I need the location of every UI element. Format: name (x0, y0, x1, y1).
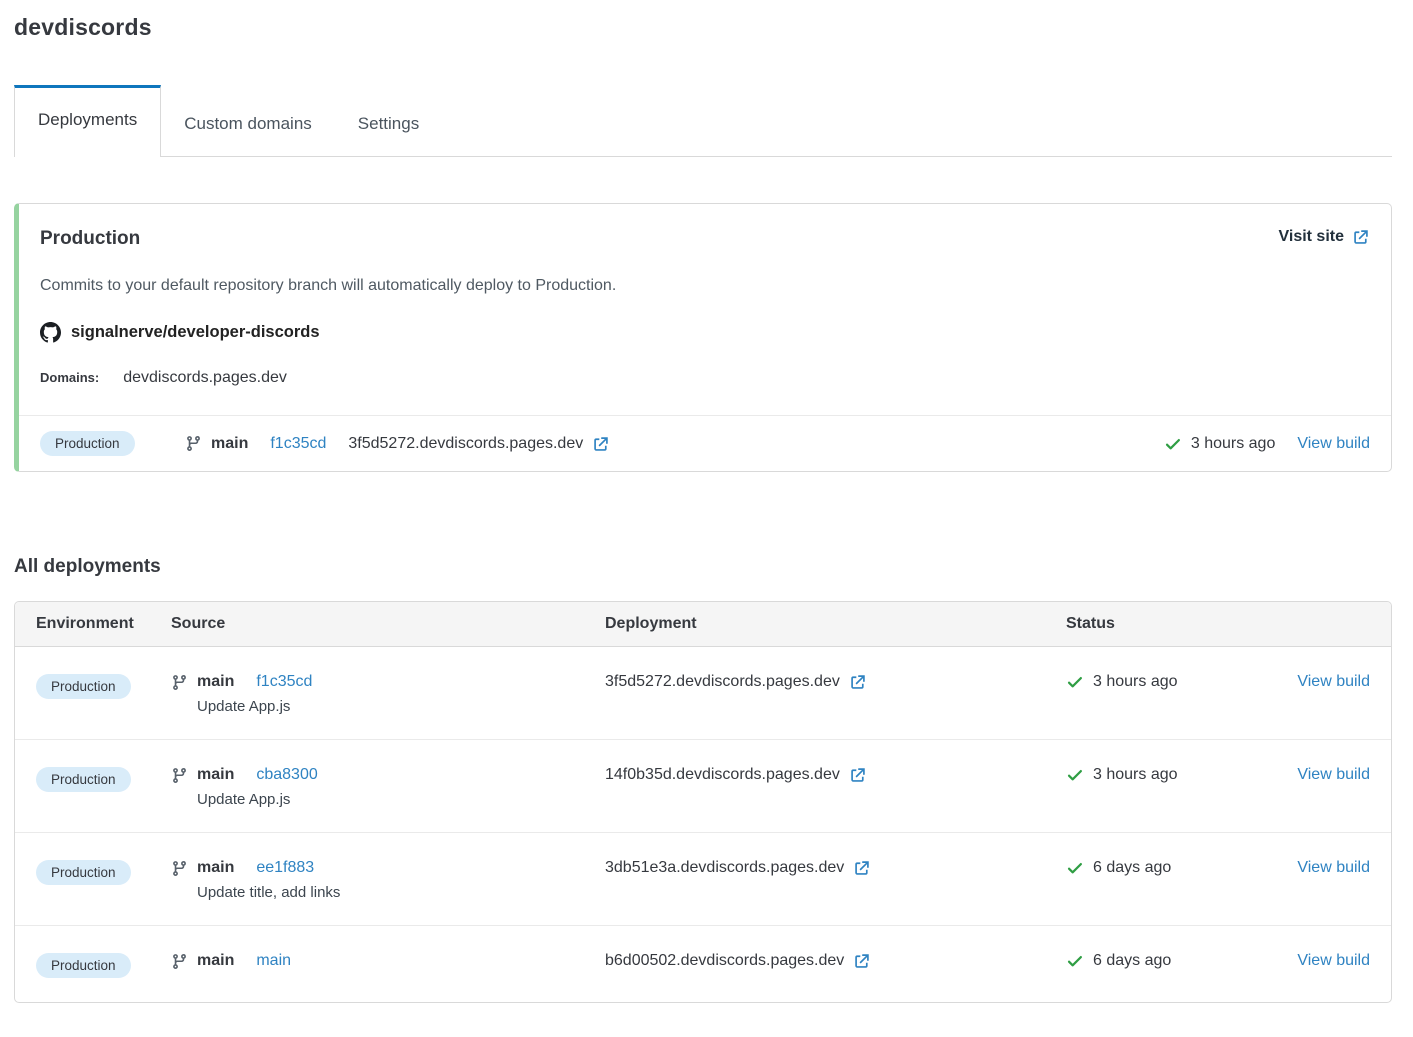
commit-link[interactable]: cba8300 (256, 766, 317, 784)
column-header-source: Source (171, 615, 605, 633)
table-row: Production main ee1f883 Update title, ad… (15, 832, 1391, 925)
pages-project-page: devdiscords Deployments Custom domains S… (0, 0, 1413, 1020)
environment-badge: Production (36, 767, 131, 792)
external-link-icon[interactable] (853, 859, 871, 877)
commit-link[interactable]: main (256, 952, 291, 970)
check-icon (1066, 766, 1084, 784)
view-build-link[interactable]: View build (1297, 766, 1370, 783)
status-time: 3 hours ago (1191, 435, 1276, 453)
deployment-url: 3f5d5272.devdiscords.pages.dev (605, 673, 840, 691)
external-link-icon[interactable] (849, 766, 867, 784)
domains-value: devdiscords.pages.dev (123, 369, 287, 387)
visit-site-label: Visit site (1278, 228, 1344, 246)
commit-message: Update App.js (197, 698, 605, 715)
view-build-link[interactable]: View build (1297, 435, 1370, 453)
commit-link[interactable]: f1c35cd (256, 673, 312, 691)
tab-custom-domains[interactable]: Custom domains (161, 90, 335, 156)
git-branch-icon (171, 767, 188, 784)
status-time: 3 hours ago (1093, 766, 1178, 784)
status-time: 6 days ago (1093, 952, 1171, 970)
view-build-link[interactable]: View build (1297, 952, 1370, 969)
branch-name: main (197, 859, 234, 877)
branch-name: main (197, 766, 234, 784)
check-icon (1066, 859, 1084, 877)
commit-link[interactable]: ee1f883 (256, 859, 314, 877)
git-branch-icon (171, 953, 188, 970)
check-icon (1066, 952, 1084, 970)
table-row: Production main f1c35cd Update App.js 3f… (15, 647, 1391, 739)
production-description: Commits to your default repository branc… (40, 277, 1370, 295)
branch-name: main (197, 673, 234, 691)
status-time: 6 days ago (1093, 859, 1171, 877)
git-branch-icon (171, 674, 188, 691)
status-time: 3 hours ago (1093, 673, 1178, 691)
external-link-icon (1352, 228, 1370, 246)
repository-name: signalnerve/developer-discords (71, 323, 320, 342)
deployments-table-header: Environment Source Deployment Status (15, 602, 1391, 647)
git-branch-icon (185, 435, 202, 452)
environment-badge: Production (40, 431, 135, 456)
column-header-deployment: Deployment (605, 615, 1066, 633)
check-icon (1164, 435, 1182, 453)
view-build-link[interactable]: View build (1297, 859, 1370, 876)
environment-badge: Production (36, 953, 131, 978)
git-branch-icon (171, 860, 188, 877)
commit-message: Update title, add links (197, 884, 605, 901)
production-card-title: Production (40, 228, 140, 250)
github-icon (40, 322, 61, 343)
production-card: Production Visit site Commits to your de… (14, 203, 1392, 472)
tabbar: Deployments Custom domains Settings (14, 85, 1392, 157)
column-header-environment: Environment (36, 615, 171, 633)
environment-badge: Production (36, 674, 131, 699)
deployment-url: 14f0b35d.devdiscords.pages.dev (605, 766, 840, 784)
tab-settings[interactable]: Settings (335, 90, 442, 156)
deployments-table-body: Production main f1c35cd Update App.js 3f… (15, 647, 1391, 1002)
commit-message: Update App.js (197, 791, 605, 808)
external-link-icon[interactable] (853, 952, 871, 970)
table-row: Production main cba8300 Update App.js 14… (15, 739, 1391, 832)
branch-name: main (211, 435, 248, 453)
tab-deployments[interactable]: Deployments (14, 85, 161, 157)
commit-link[interactable]: f1c35cd (270, 435, 326, 453)
deployment-url: 3db51e3a.devdiscords.pages.dev (605, 859, 844, 877)
production-deployment-row: Production main f1c35cd 3f5d5272.devdisc… (19, 415, 1391, 471)
deployment-url: b6d00502.devdiscords.pages.dev (605, 952, 844, 970)
page-title: devdiscords (14, 14, 1392, 41)
check-icon (1066, 673, 1084, 691)
domains-label: Domains: (40, 370, 99, 385)
table-row: Production main main b6d00502.devdiscord… (15, 925, 1391, 1002)
all-deployments-title: All deployments (14, 556, 1392, 578)
view-build-link[interactable]: View build (1297, 673, 1370, 690)
branch-name: main (197, 952, 234, 970)
environment-badge: Production (36, 860, 131, 885)
visit-site-link[interactable]: Visit site (1278, 228, 1370, 246)
deployments-table: Environment Source Deployment Status Pro… (14, 601, 1392, 1003)
column-header-status: Status (1066, 615, 1284, 633)
deployment-url: 3f5d5272.devdiscords.pages.dev (348, 435, 583, 453)
external-link-icon[interactable] (592, 435, 610, 453)
external-link-icon[interactable] (849, 673, 867, 691)
